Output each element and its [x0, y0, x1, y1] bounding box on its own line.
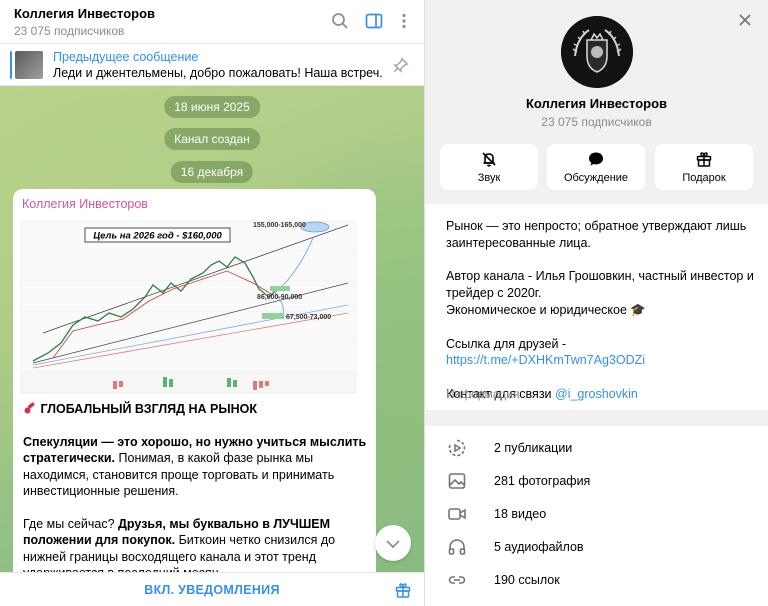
action-buttons: Звук Обсуждение Подарок [440, 144, 753, 190]
post-chart-image[interactable]: Цель на 2026 год - $160,000 155,000-165,… [13, 213, 376, 399]
chat-background: 18 июня 2025 Канал создан 16 декабря Кол… [0, 86, 424, 572]
shared-media-list: 2 публикации 281 фотография 18 видео 5 а… [425, 426, 768, 606]
pinned-message[interactable]: Предыдущее сообщение Леди и джентельмены… [0, 44, 424, 86]
media-label: 281 фотография [494, 474, 591, 488]
media-label: 2 публикации [494, 441, 573, 455]
media-row-photos[interactable]: 281 фотография [425, 465, 768, 498]
about-section: Рынок — это непросто; обратное утверждаю… [425, 204, 768, 410]
message-bubble[interactable]: Коллегия Инвесторов Цель на 2026 год - $… [13, 189, 376, 572]
service-message: Канал создан [164, 128, 260, 150]
date-pill: 16 декабря [170, 161, 254, 183]
description-line: Экономическое и юридическое 🎓 [446, 302, 646, 317]
channel-description: Рынок — это непросто; обратное утверждаю… [446, 218, 756, 403]
chart-goal-label: Цель на 2026 год - $160,000 [93, 231, 222, 242]
gift-button[interactable]: Подарок [655, 144, 753, 190]
media-row-videos[interactable]: 18 видео [425, 498, 768, 531]
chat-panel: Коллегия Инвесторов 23 075 подписчиков П… [0, 0, 425, 606]
chat-footer: ВКЛ. УВЕДОМЛЕНИЯ [0, 572, 424, 606]
pinned-text: Леди и джентельмены, добро пожаловать! Н… [53, 66, 383, 80]
enable-notifications-button[interactable]: ВКЛ. УВЕДОМЛЕНИЯ [0, 573, 424, 606]
video-icon [448, 508, 466, 520]
search-icon[interactable] [330, 11, 350, 31]
media-row-publications[interactable]: 2 публикации [425, 432, 768, 465]
pinned-thumbnail [15, 51, 43, 79]
contact-username[interactable]: @i_groshovkin [555, 387, 638, 401]
media-row-links[interactable]: 190 ссылок [425, 564, 768, 597]
chart-support-label: 86,000-90,000 [257, 294, 302, 301]
pinned-bar [10, 51, 12, 79]
message-text: ГЛОБАЛЬНЫЙ ВЗГЛЯД НА РЫНОК Спекуляции — … [23, 401, 368, 572]
channel-info-panel: Коллегия Инвесторов 23 075 подписчиков З… [425, 0, 768, 606]
date-pill: 18 июня 2025 [164, 96, 260, 118]
channel-name: Коллегия Инвесторов [525, 96, 668, 111]
chat-header[interactable]: Коллегия Инвесторов 23 075 подписчиков [0, 0, 424, 44]
chevron-down-icon [386, 540, 400, 549]
link-label: Ссылка для друзей - [446, 336, 567, 351]
channel-subscribers: 23 075 подписчиков [541, 115, 652, 129]
pin-list-icon[interactable] [392, 56, 410, 74]
close-icon[interactable] [737, 12, 753, 28]
stories-icon [448, 439, 466, 457]
info-section-label: Информация [446, 387, 520, 401]
media-label: 5 аудиофайлов [494, 540, 584, 554]
link-icon [448, 576, 466, 584]
chart-low-label: 67,500-73,000 [286, 314, 331, 321]
pushpin-icon [24, 402, 35, 414]
scroll-down-button[interactable] [375, 525, 411, 561]
description-line: Автор канала - Илья Грошовкин, частный и… [446, 269, 754, 301]
mute-label: Звук [477, 172, 501, 184]
bell-muted-icon [482, 152, 496, 167]
channel-avatar[interactable] [561, 16, 633, 88]
more-vertical-icon[interactable] [394, 11, 414, 31]
pinned-title: Предыдущее сообщение [53, 50, 199, 64]
post-p2-start: Где мы сейчас? [23, 516, 119, 531]
photo-icon [448, 473, 466, 489]
headphones-icon [448, 539, 466, 555]
invite-link[interactable]: https://t.me/+DXHKmTwn7Ag3ODZi [446, 353, 645, 367]
post-heading: ГЛОБАЛЬНЫЙ ВЗГЛЯД НА РЫНОК [40, 402, 258, 416]
gift-icon [696, 152, 712, 167]
chat-bubble-icon [589, 152, 603, 166]
chat-title[interactable]: Коллегия Инвесторов [14, 6, 155, 21]
sidebar-toggle-icon[interactable] [364, 11, 384, 31]
lion-crest-icon [561, 16, 633, 88]
chat-subscribers: 23 075 подписчиков [14, 24, 125, 38]
chart-target-label: 155,000-165,000 [253, 222, 306, 229]
media-label: 18 видео [494, 507, 547, 521]
media-row-audio[interactable]: 5 аудиофайлов [425, 531, 768, 564]
mute-button[interactable]: Звук [440, 144, 538, 190]
discussion-button[interactable]: Обсуждение [547, 144, 645, 190]
discussion-label: Обсуждение [563, 172, 629, 184]
media-label: 190 ссылок [494, 573, 560, 587]
description-line: Рынок — это непросто; обратное утверждаю… [446, 219, 747, 250]
gift-icon[interactable] [394, 581, 412, 599]
gift-label: Подарок [682, 172, 726, 184]
message-author[interactable]: Коллегия Инвесторов [22, 197, 148, 211]
